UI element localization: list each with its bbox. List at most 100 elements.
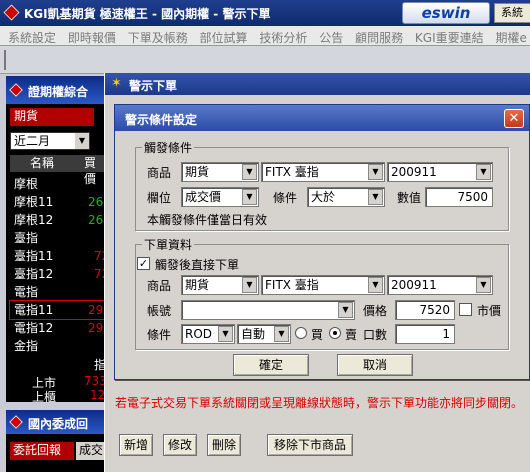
- menu-bar: 系統設定 即時報價 下單及帳務 部位試算 技術分析 公告 顧問服務 KGI重要連…: [0, 26, 530, 46]
- chevron-down-icon[interactable]: ▼: [476, 164, 491, 180]
- cancel-button[interactable]: 取消: [337, 354, 413, 376]
- order-month-select[interactable]: 200911 ▼: [387, 275, 493, 295]
- menu-item-technical[interactable]: 技術分析: [255, 26, 311, 45]
- account-select[interactable]: ▼: [181, 300, 355, 320]
- menu-item-quotes[interactable]: 即時報價: [64, 26, 120, 45]
- quote-row[interactable]: 金指: [10, 337, 104, 355]
- quote-row[interactable]: 摩根11 264: [10, 193, 111, 211]
- quote-table-header: 名稱 買價: [10, 155, 104, 186]
- chevron-down-icon[interactable]: ▼: [75, 133, 89, 149]
- menu-item-position-calc[interactable]: 部位試算: [196, 26, 252, 45]
- buy-radio[interactable]: [295, 327, 307, 339]
- menu-item-advisory[interactable]: 顧問服務: [351, 26, 407, 45]
- chevron-down-icon[interactable]: ▼: [476, 277, 491, 293]
- remove-delisted-button[interactable]: 移除下市商品: [267, 434, 353, 456]
- trigger-value-input[interactable]: 7500: [425, 187, 493, 207]
- app-title: KGI凱基期貨 極速權王 - 國內期權 - 警示下單: [24, 7, 271, 21]
- quote-row[interactable]: 電指12 293: [10, 319, 111, 337]
- quote-name: 金指: [14, 339, 39, 353]
- menu-item-orders-accounts[interactable]: 下單及帳務: [124, 26, 192, 45]
- chevron-down-icon[interactable]: ▼: [368, 277, 383, 293]
- chevron-down-icon[interactable]: ▼: [368, 164, 383, 180]
- alert-icon: ✶: [111, 76, 122, 91]
- quote-name: 摩根12: [14, 213, 54, 227]
- quote-name: 臺指11: [14, 249, 54, 263]
- quote-row[interactable]: 臺指12 72: [10, 265, 109, 283]
- kgi-logo-icon: [3, 4, 20, 21]
- trigger-month-select[interactable]: 200911 ▼: [387, 162, 493, 182]
- delete-button[interactable]: 刪除: [207, 434, 241, 456]
- quote-row[interactable]: 電指: [10, 283, 104, 301]
- alert-button-bar: 新增 修改 刪除 移除下市商品: [105, 428, 530, 472]
- menu-item-kgi-links[interactable]: KGI重要連結: [411, 26, 488, 45]
- order-month-value: 200911: [391, 278, 437, 292]
- overview-window-title: 證期權綜合: [28, 85, 89, 99]
- trigger-value-label: 數值: [397, 191, 422, 205]
- month-select-value: 近二月: [14, 134, 51, 148]
- price-input[interactable]: 7520: [395, 300, 455, 320]
- auto-order-label: 觸發後直接下單: [155, 258, 240, 272]
- alert-order-title-bar[interactable]: ✶ 警示下單: [105, 73, 530, 95]
- chevron-down-icon[interactable]: ▼: [242, 164, 257, 180]
- qty-input[interactable]: 1: [395, 324, 455, 344]
- order-product-type-select[interactable]: 期貨 ▼: [181, 275, 259, 295]
- offline-warning: 若電子式交易下單系統關閉或呈現離線狀態時，警示下單功能亦將同步關閉。: [115, 396, 524, 410]
- quote-row[interactable]: 臺指11 72: [10, 247, 109, 265]
- trigger-group-title: 觸發條件: [142, 139, 195, 156]
- open-close-select[interactable]: 自動 ▼: [237, 324, 291, 344]
- system-button[interactable]: 系統: [494, 3, 530, 23]
- trigger-product-select[interactable]: FITX 臺指 ▼: [261, 162, 385, 182]
- trigger-field-select[interactable]: 成交價 ▼: [181, 187, 259, 207]
- tab-futures[interactable]: 期貨: [10, 108, 94, 126]
- menu-item-system-settings[interactable]: 系統設定: [0, 26, 60, 45]
- chevron-down-icon[interactable]: ▼: [368, 189, 383, 205]
- chevron-down-icon[interactable]: ▼: [338, 302, 353, 318]
- menu-item-announcements[interactable]: 公告: [315, 26, 347, 45]
- market-price-checkbox[interactable]: [459, 303, 472, 316]
- chevron-down-icon[interactable]: ▼: [242, 277, 257, 293]
- modify-button[interactable]: 修改: [163, 434, 197, 456]
- quote-row[interactable]: 摩根: [10, 175, 104, 193]
- quote-name: 電指12: [14, 321, 54, 335]
- quote-row[interactable]: 臺指: [10, 229, 104, 247]
- order-product-type-value: 期貨: [185, 278, 210, 292]
- market-price-label: 市價: [477, 304, 502, 318]
- trigger-product-type-select[interactable]: 期貨 ▼: [181, 162, 259, 182]
- tab-order-report[interactable]: 委託回報: [10, 442, 74, 460]
- menu-item-options[interactable]: 期權e: [491, 26, 530, 45]
- quote-row[interactable]: 電指11 294: [9, 300, 111, 320]
- otc-value: 12: [90, 388, 106, 402]
- account-label: 帳號: [147, 304, 172, 318]
- trigger-month-value: 200911: [391, 165, 437, 179]
- toolbar: [0, 46, 530, 74]
- trigger-product-type-value: 期貨: [185, 165, 210, 179]
- app-title-bar: KGI凱基期貨 極速權王 - 國內期權 - 警示下單 eswin 系統: [0, 0, 530, 26]
- overview-window-title-bar[interactable]: 證期權綜合: [6, 76, 104, 104]
- trigger-field-value: 成交價: [185, 190, 222, 204]
- chevron-down-icon[interactable]: ▼: [274, 326, 289, 342]
- eswin-logo: eswin: [402, 2, 490, 24]
- otc-label: 上櫃: [32, 390, 57, 404]
- month-select[interactable]: 近二月 ▼: [10, 132, 90, 150]
- sell-radio[interactable]: [329, 327, 341, 339]
- open-close-value: 自動: [241, 327, 266, 341]
- order-group-title: 下單資料: [142, 236, 195, 253]
- quote-row[interactable]: 摩根12 264: [10, 211, 111, 229]
- toolbar-grip[interactable]: [4, 50, 6, 70]
- qty-label: 口數: [363, 328, 388, 342]
- chevron-down-icon[interactable]: ▼: [242, 189, 257, 205]
- ok-button[interactable]: 確定: [233, 354, 309, 376]
- chevron-down-icon[interactable]: ▼: [218, 326, 233, 342]
- price-label: 價格: [363, 304, 388, 318]
- add-button[interactable]: 新增: [119, 434, 153, 456]
- dialog-title-bar[interactable]: 警示條件設定 ✕: [115, 105, 529, 131]
- order-product-select[interactable]: FITX 臺指 ▼: [261, 275, 385, 295]
- close-button[interactable]: ✕: [504, 109, 524, 128]
- quote-name: 摩根11: [14, 195, 54, 209]
- orders-window-title-bar[interactable]: 國內委成回: [6, 410, 104, 434]
- trigger-field-label: 欄位: [147, 191, 172, 205]
- auto-order-checkbox[interactable]: ✓: [137, 257, 150, 270]
- trigger-condition-select[interactable]: 大於 ▼: [307, 187, 385, 207]
- time-in-force-select[interactable]: ROD ▼: [181, 324, 235, 344]
- order-product-value: FITX 臺指: [265, 278, 319, 292]
